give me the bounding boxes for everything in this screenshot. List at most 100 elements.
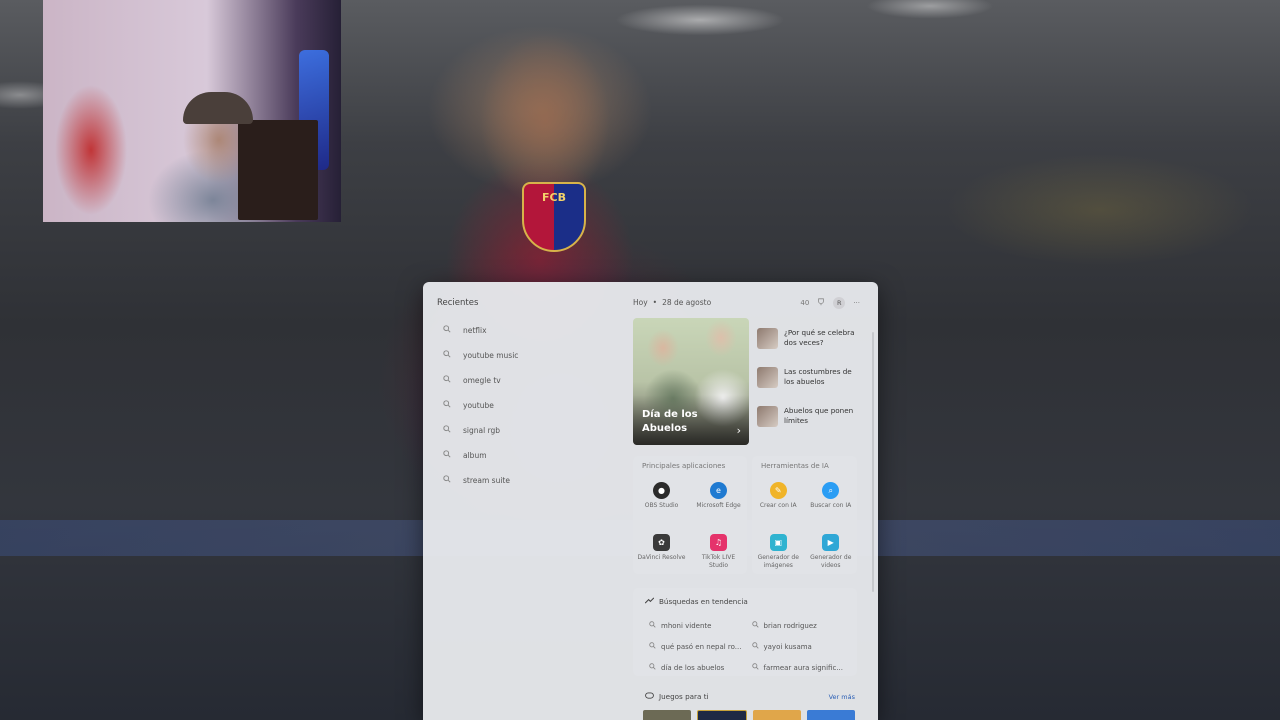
app-obs-studio[interactable]: ● OBS Studio — [633, 482, 690, 530]
games-thumbnails — [643, 710, 855, 720]
news-list: ¿Por qué se celebra dos veces? Las costu… — [757, 328, 857, 445]
recent-search-label: youtube — [463, 401, 494, 410]
recent-heading: Recientes — [437, 298, 479, 308]
recent-search-item[interactable]: stream suite — [437, 468, 627, 493]
trophy-icon[interactable] — [817, 298, 825, 308]
trending-label: brian rodriguez — [763, 621, 817, 630]
club-crest: FCB — [522, 182, 586, 252]
trending-section: Búsquedas en tendencia mhoni vidente bri… — [633, 588, 857, 676]
trending-title: Búsquedas en tendencia — [659, 597, 748, 606]
account-avatar[interactable]: R — [833, 297, 846, 309]
app-label: DaVinci Resolve — [637, 554, 686, 561]
ai-tools-grid: ✎ Crear con IA ⌕ Buscar con IA ▣ Generad… — [752, 482, 857, 582]
search-icon — [649, 663, 656, 672]
search-icon — [443, 324, 455, 337]
ai-tools-section: Herramientas de IA ✎ Crear con IA ⌕ Busc… — [752, 456, 857, 574]
news-thumbnail — [757, 328, 778, 349]
trending-label: mhoni vidente — [661, 621, 712, 630]
recent-searches-list: netflix youtube music omegle tv youtube … — [437, 318, 627, 493]
games-title-wrap: Juegos para ti — [645, 692, 709, 701]
ai-tool-video-generator[interactable]: ▶ Generador de videos — [805, 534, 858, 582]
panel-scrollbar[interactable] — [872, 332, 874, 592]
recent-search-label: netflix — [463, 326, 487, 335]
news-title: Abuelos que ponen límites — [784, 406, 854, 425]
recent-search-item[interactable]: youtube music — [437, 343, 627, 368]
app-label: OBS Studio — [644, 502, 679, 509]
chevron-right-icon: › — [736, 424, 741, 437]
rewards-badge[interactable]: 40 — [800, 299, 809, 307]
date-header: Hoy • 28 de agosto — [633, 298, 711, 307]
trending-item[interactable]: día de los abuelos — [649, 657, 752, 678]
app-label: TikTok LIVE Studio — [701, 554, 736, 569]
games-title: Juegos para ti — [659, 692, 709, 701]
top-apps-section: Principales aplicaciones ● OBS Studio e … — [633, 456, 747, 574]
news-thumbnail — [757, 406, 778, 427]
news-item[interactable]: ¿Por qué se celebra dos veces? — [757, 328, 857, 367]
top-apps-grid: ● OBS Studio e Microsoft Edge ✿ DaVinci … — [633, 482, 747, 582]
recent-search-item[interactable]: signal rgb — [437, 418, 627, 443]
top-apps-title: Principales aplicaciones — [642, 462, 726, 470]
game-thumbnail[interactable] — [753, 710, 801, 720]
app-label: Generador de videos — [810, 554, 852, 569]
search-panel: Recientes netflix youtube music omegle t… — [423, 282, 878, 720]
search-icon — [443, 474, 455, 487]
trending-item[interactable]: yayoi kusama — [751, 636, 855, 657]
hero-title: Día de los Abuelos — [642, 409, 698, 434]
ai-tool-create[interactable]: ✎ Crear con IA — [752, 482, 805, 530]
games-header: Juegos para ti Ver más — [645, 692, 855, 701]
davinci-icon: ✿ — [653, 534, 670, 551]
search-icon — [443, 449, 455, 462]
news-thumbnail — [757, 367, 778, 388]
trending-item[interactable]: mhoni vidente — [649, 615, 752, 636]
ai-tool-search[interactable]: ⌕ Buscar con IA — [805, 482, 858, 530]
club-crest-text: FCB — [542, 191, 566, 204]
search-icon — [443, 399, 455, 412]
app-davinci-resolve[interactable]: ✿ DaVinci Resolve — [633, 534, 690, 582]
more-options-button[interactable]: ··· — [853, 299, 860, 307]
app-microsoft-edge[interactable]: e Microsoft Edge — [690, 482, 747, 530]
app-label: Generador de imágenes — [757, 554, 799, 569]
search-ai-icon: ⌕ — [822, 482, 840, 499]
trending-label: qué pasó en nepal ro... — [661, 642, 742, 651]
see-more-link[interactable]: Ver más — [829, 693, 855, 701]
game-thumbnail[interactable] — [643, 710, 691, 720]
ai-tool-image-generator[interactable]: ▣ Generador de imágenes — [752, 534, 805, 582]
search-icon — [443, 349, 455, 362]
recent-search-item[interactable]: album — [437, 443, 627, 468]
news-title: ¿Por qué se celebra dos veces? — [784, 328, 855, 347]
highlights-column: Hoy • 28 de agosto 40 R ··· Día de los A… — [633, 282, 878, 720]
tiktok-icon: ♫ — [710, 534, 727, 551]
trending-header: Búsquedas en tendencia — [644, 597, 748, 606]
game-thumbnail[interactable] — [697, 710, 747, 720]
trending-label: día de los abuelos — [661, 663, 725, 672]
trending-grid: mhoni vidente brian rodriguez qué pasó e… — [649, 615, 854, 678]
search-icon — [751, 663, 759, 672]
app-tiktok-live-studio[interactable]: ♫ TikTok LIVE Studio — [690, 534, 747, 582]
trending-label: yayoi kusama — [763, 642, 812, 651]
webcam-dresser — [238, 120, 318, 220]
search-icon — [751, 642, 759, 651]
hero-card[interactable]: Día de los Abuelos › — [633, 318, 749, 445]
header-actions: 40 R ··· — [800, 297, 860, 309]
create-ai-icon: ✎ — [769, 482, 787, 499]
recent-search-item[interactable]: youtube — [437, 393, 627, 418]
gamepad-icon — [645, 692, 654, 701]
image-generator-icon: ▣ — [769, 534, 787, 551]
news-item[interactable]: Las costumbres de los abuelos — [757, 367, 857, 406]
search-icon — [443, 424, 455, 437]
trending-item[interactable]: farmear aura signific... — [751, 657, 855, 678]
recent-search-label: stream suite — [463, 476, 510, 485]
game-thumbnail[interactable] — [807, 710, 855, 720]
trending-item[interactable]: brian rodriguez — [751, 615, 855, 636]
news-item[interactable]: Abuelos que ponen límites — [757, 406, 857, 445]
trending-item[interactable]: qué pasó en nepal ro... — [649, 636, 752, 657]
app-label: Crear con IA — [759, 502, 797, 509]
search-icon — [649, 621, 656, 630]
obs-icon: ● — [653, 482, 670, 499]
recent-search-item[interactable]: omegle tv — [437, 368, 627, 393]
edge-icon: e — [710, 482, 727, 499]
video-generator-icon: ▶ — [822, 534, 840, 551]
recent-search-item[interactable]: netflix — [437, 318, 627, 343]
recent-search-label: youtube music — [463, 351, 519, 360]
search-icon — [443, 374, 455, 387]
